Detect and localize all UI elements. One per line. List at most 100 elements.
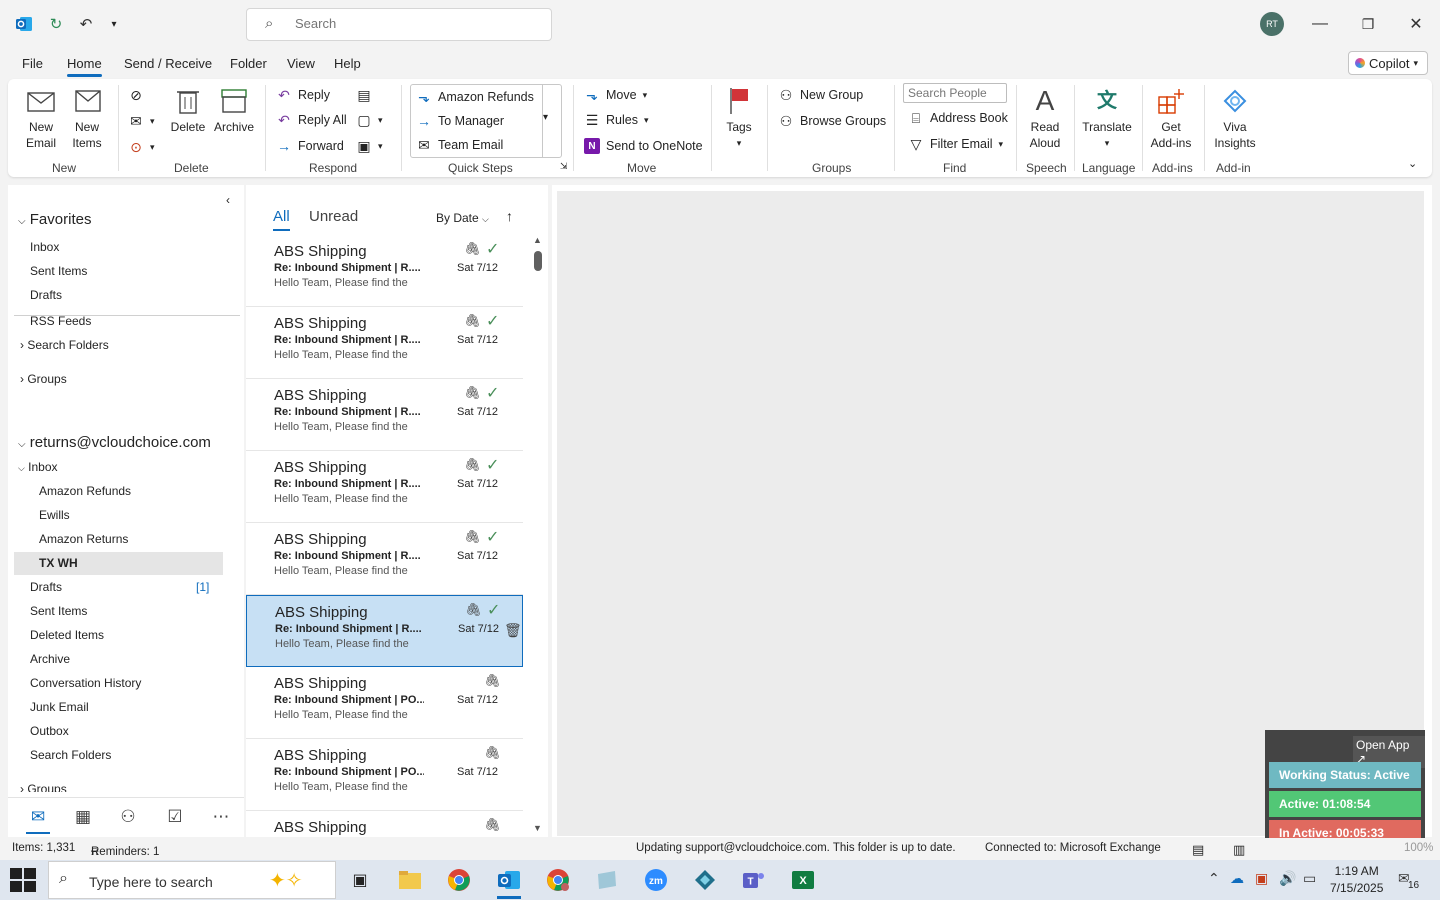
meeting-reply-button[interactable]: ▤ [356,87,372,103]
folder-tx-wh[interactable]: TX WH [14,552,223,575]
message-row[interactable]: ABS Shipping Re: Inbound Shipment | R....… [246,379,523,451]
close-button[interactable]: ✕ [1401,10,1431,38]
start-button[interactable] [10,868,36,892]
sort-dropdown[interactable]: By Date ⌵ [436,211,489,225]
rules-button[interactable]: ☰ Rules ▾ [584,112,649,128]
folder-groups[interactable]: › Groups [20,372,67,386]
zoom-icon[interactable]: zm [636,864,676,896]
folder-search-folders-2[interactable]: Search Folders [30,748,111,762]
outlook-taskbar-icon[interactable] [489,864,529,899]
folder-inbox[interactable]: ⌵ Inbox [18,460,58,474]
mail-icon[interactable]: ✉ [26,806,50,828]
search-people-input[interactable]: Search People [903,83,1007,103]
search-input[interactable] [295,16,535,31]
message-list-scrollbar[interactable]: ▲ ▼ [531,235,543,835]
favorites-header[interactable]: ⌵ Favorites [18,211,91,228]
message-row[interactable]: ABS Shipping Re: Inbound Shipment | PO...… [246,739,523,811]
account-header[interactable]: ⌵ returns@vcloudchoice.com [18,434,211,451]
quick-step-amazon-refunds[interactable]: ⬎ Amazon Refunds [416,89,534,105]
tags-button[interactable]: Tags ▾ [722,85,756,151]
undo-icon[interactable]: ↶ [76,14,96,34]
folder-ewills[interactable]: Ewills [39,508,70,522]
excel-icon[interactable]: X [783,864,823,896]
tab-view[interactable]: View [287,56,315,71]
remote-desktop-icon[interactable] [587,864,627,896]
clean-up-button[interactable]: ✉ ▾ [128,113,154,129]
archive-button[interactable]: Archive [212,85,256,135]
folder-deleted-items[interactable]: Deleted Items [30,628,104,642]
app-diamond-icon[interactable] [685,864,725,896]
more-respond-button[interactable]: ▣ ▾ [356,138,382,154]
folder-favorites-drafts[interactable]: Drafts [30,288,62,302]
folder-archive[interactable]: Archive [30,652,70,666]
minimize-button[interactable]: — [1305,10,1335,38]
scroll-thumb[interactable] [534,251,542,271]
message-row[interactable]: ABS Shipping Re: Inbound Shipment | R....… [246,523,523,595]
new-items-button[interactable]: New Items [68,85,106,151]
folder-drafts[interactable]: Drafts [30,580,62,594]
message-row[interactable]: ABS Shipping Re: Inbound Shipment | R....… [246,595,523,667]
folder-amazon-refunds[interactable]: Amazon Refunds [39,484,131,498]
task-view-icon[interactable]: ▣ [340,864,380,896]
folder-search-folders[interactable]: › Search Folders [20,338,109,352]
collapse-folder-pane-icon[interactable]: ‹ [226,193,230,207]
message-row[interactable]: ABS Shipping Re: Inbound Shipment | R....… [246,451,523,523]
show-hidden-icons[interactable]: ⌃ [1208,870,1220,887]
message-row[interactable]: ABS Shipping Re: Inbound Shipment | R....… [246,235,523,307]
tab-file[interactable]: File [22,56,43,71]
more-apps-icon[interactable]: ⋯ [209,806,233,828]
send-to-onenote-button[interactable]: N Send to OneNote [584,138,703,154]
avatar[interactable]: RT [1260,12,1284,36]
read-aloud-button[interactable]: A Read Aloud [1026,85,1064,151]
translate-button[interactable]: 文 Translate ▾ [1082,85,1132,151]
get-add-ins-button[interactable]: Get Add-ins [1149,85,1193,151]
folder-amazon-returns[interactable]: Amazon Returns [39,532,128,546]
folder-conversation-history[interactable]: Conversation History [30,676,141,690]
onedrive-icon[interactable]: ☁ [1230,870,1244,887]
scroll-up-icon[interactable]: ▲ [533,235,542,245]
folder-rss-feeds[interactable]: RSS Feeds [30,314,91,326]
message-row[interactable]: ABS Shipping Re: Inbound Shipment | PO...… [246,667,523,739]
tab-send-receive[interactable]: Send / Receive [124,56,212,71]
quick-steps-expand-button[interactable]: ▾ [543,112,548,123]
reply-all-button[interactable]: ↶ Reply All [276,112,347,128]
delete-message-icon[interactable]: 🗑 [504,622,522,639]
normal-view-icon[interactable]: ▤ [1192,842,1204,858]
collapse-ribbon-button[interactable]: ⌄ [1408,157,1417,170]
file-explorer-icon[interactable] [390,864,430,896]
folder-junk-email[interactable]: Junk Email [30,700,89,714]
folder-sent-items[interactable]: Sent Items [30,604,87,618]
folder-outbox[interactable]: Outbox [30,724,69,738]
new-email-button[interactable]: New Email [24,85,58,151]
ignore-button[interactable]: ⊘ [128,87,144,103]
tab-help[interactable]: Help [334,56,361,71]
people-icon[interactable]: ⚇ [116,806,140,828]
taskbar-search[interactable]: ⌕ Type here to search ✦✧ [48,861,336,899]
quick-steps-dialog-launcher[interactable]: ⇲ [560,161,568,172]
address-book-button[interactable]: ⌸ Address Book [908,110,1008,126]
filter-all-tab[interactable]: All [273,208,290,231]
viva-insights-button[interactable]: Viva Insights [1212,85,1258,151]
chrome-icon[interactable] [439,864,479,896]
message-row[interactable]: ABS Shipping Re: Inbound Shipment | R....… [246,307,523,379]
folder-favorites-sent-items[interactable]: Sent Items [30,264,87,278]
forward-button[interactable]: → Forward [276,138,344,154]
filter-unread-tab[interactable]: Unread [309,208,358,225]
restore-button[interactable]: ❐ [1353,10,1383,38]
move-button[interactable]: ⬎ Move ▾ [584,87,647,103]
customize-toolbar-icon[interactable]: ▾ [104,14,124,34]
sync-icon[interactable]: ↻ [46,14,66,34]
copilot-button[interactable]: Copilot ▾ [1348,51,1428,75]
quick-step-team-email[interactable]: ✉ Team Email [416,137,503,153]
volume-icon[interactable]: 🔊 [1279,870,1296,887]
folder-favorites-inbox[interactable]: Inbox [30,240,59,254]
reply-button[interactable]: ↶ Reply [276,87,330,103]
tasks-icon[interactable]: ☑ [163,806,187,828]
search-box[interactable]: ⌕ [246,8,552,41]
tab-folder[interactable]: Folder [230,56,267,71]
folder-groups-2[interactable]: › Groups [20,782,67,792]
calendar-icon[interactable]: ▦ [71,806,95,828]
chrome-profile-icon[interactable] [538,864,578,896]
quick-step-to-manager[interactable]: → To Manager [416,113,504,129]
delete-button[interactable]: Delete [170,85,206,135]
